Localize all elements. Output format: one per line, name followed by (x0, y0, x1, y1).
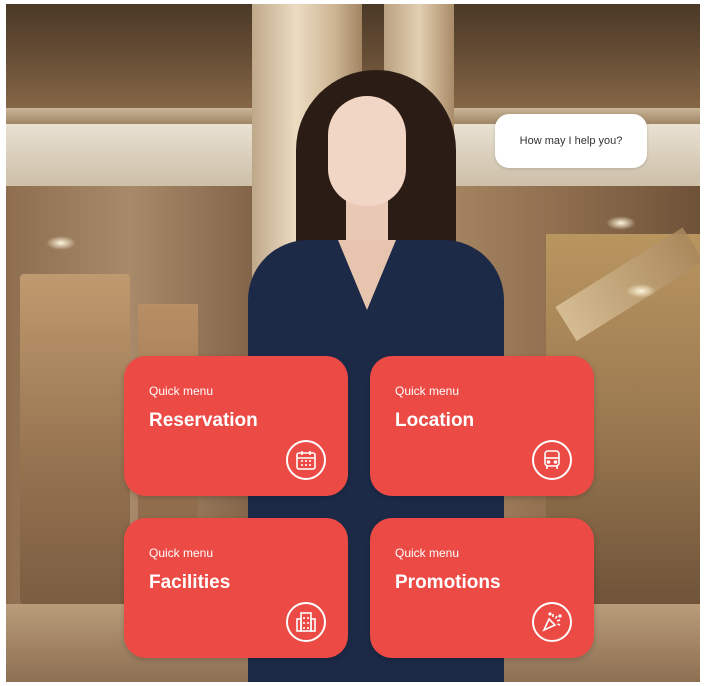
kiosk-screen: How may I help you? Quick menu Reservati… (6, 4, 700, 682)
ceiling-light (606, 216, 636, 230)
party-popper-icon (532, 602, 572, 642)
quick-menu-reservation[interactable]: Quick menu Reservation (124, 356, 348, 496)
calendar-icon (286, 440, 326, 480)
quick-menu-promotions[interactable]: Quick menu Promotions (370, 518, 594, 658)
card-title: Reservation (149, 410, 258, 431)
ceiling-light (46, 236, 76, 250)
card-kicker: Quick menu (149, 546, 214, 560)
card-title: Location (395, 410, 475, 431)
speech-bubble: How may I help you? (495, 114, 647, 168)
card-kicker: Quick menu (395, 546, 460, 560)
quick-menu-location[interactable]: Quick menu Location (370, 356, 594, 496)
card-title: Facilities (149, 572, 231, 593)
bus-icon (532, 440, 572, 480)
quick-menu-facilities[interactable]: Quick menu Facilities (124, 518, 348, 658)
ceiling-light (626, 284, 656, 298)
avatar-neckline (338, 240, 396, 310)
card-kicker: Quick menu (149, 384, 214, 398)
card-title: Promotions (395, 572, 501, 593)
building-icon (286, 602, 326, 642)
avatar-face (328, 96, 406, 206)
card-kicker: Quick menu (395, 384, 460, 398)
speech-bubble-text: How may I help you? (519, 135, 623, 147)
wood-panel-left (20, 274, 130, 604)
